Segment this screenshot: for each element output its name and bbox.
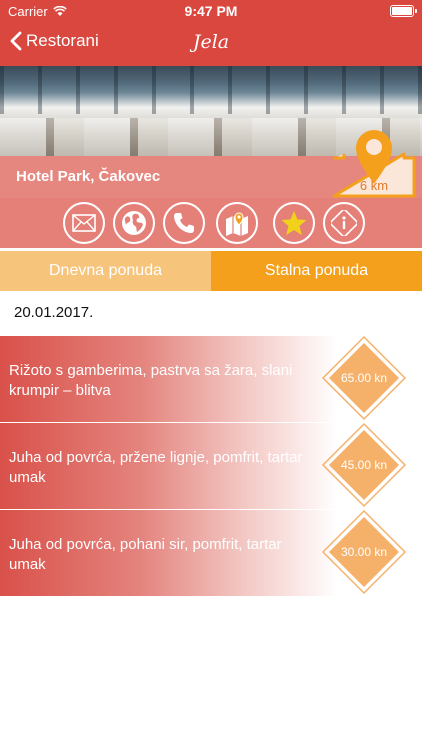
email-button[interactable] xyxy=(63,202,105,244)
website-button[interactable] xyxy=(113,202,155,244)
clock: 9:47 PM xyxy=(184,3,238,19)
price-badge: 45.00 kn xyxy=(321,422,407,508)
mail-icon xyxy=(72,214,96,232)
menu-item-description: Rižoto s gamberima, pastrva sa žara, sla… xyxy=(9,362,293,399)
offer-tabs: Dnevna ponuda Stalna ponuda xyxy=(0,251,422,291)
info-icon xyxy=(331,210,357,236)
distance-label: 6 km xyxy=(359,178,389,193)
info-button[interactable] xyxy=(323,202,365,244)
map-icon xyxy=(226,212,248,236)
price-label: 45.00 kn xyxy=(340,458,388,472)
status-bar: Carrier 9:47 PM xyxy=(0,0,422,22)
price-badge: 30.00 kn xyxy=(321,509,407,595)
price-label: 30.00 kn xyxy=(340,545,388,559)
phone-icon xyxy=(174,213,194,233)
phone-button[interactable] xyxy=(163,202,205,244)
nav-header: Restorani Jela xyxy=(0,22,422,66)
menu-item-description: Juha od povrća, pržene lignje, pomfrit, … xyxy=(9,449,303,486)
distance-badge[interactable]: 6 km xyxy=(330,112,418,198)
favorite-button[interactable] xyxy=(273,202,315,244)
battery-icon xyxy=(390,5,417,17)
globe-icon xyxy=(122,211,146,235)
price-label: 65.00 kn xyxy=(340,371,388,385)
map-button[interactable] xyxy=(216,202,258,244)
menu-item-description: Juha od povrća, pohani sir, pomfrit, tar… xyxy=(9,536,282,573)
page-title: Jela xyxy=(192,31,230,53)
star-icon xyxy=(281,211,307,235)
restaurant-name: Hotel Park, Čakovec xyxy=(16,168,161,185)
price-badge: 65.00 kn xyxy=(321,335,407,421)
tab-standing-offer[interactable]: Stalna ponuda xyxy=(211,251,422,291)
tab-daily-offer[interactable]: Dnevna ponuda xyxy=(0,251,211,291)
offer-date: 20.01.2017. xyxy=(14,304,94,321)
